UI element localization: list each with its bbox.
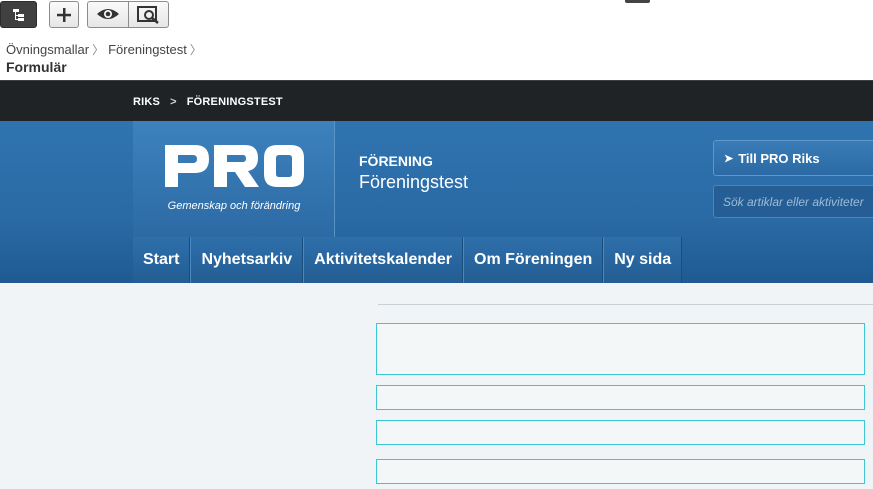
search-input[interactable]: Sök artiklar eller aktiviteter — [713, 185, 873, 218]
nav-item-nyhetsarkiv[interactable]: Nyhetsarkiv — [190, 237, 304, 283]
pro-riks-link[interactable]: ➤ Till PRO Riks — [713, 140, 873, 176]
cms-breadcrumb-item[interactable]: Övningsmallar — [6, 42, 89, 57]
toolbar-divider — [128, 2, 129, 27]
preview-icon[interactable] — [96, 6, 120, 22]
chevron-right-icon: ➤ — [724, 152, 734, 165]
compare-icon[interactable] — [137, 6, 161, 24]
org-name: Föreningstest — [359, 172, 469, 192]
nav-item-aktivitetskalender[interactable]: Aktivitetskalender — [303, 237, 464, 283]
add-icon — [56, 7, 72, 23]
form-textarea[interactable] — [376, 323, 865, 375]
org-label: FÖRENING — [359, 153, 433, 169]
chevron-right-icon: 〉 — [189, 43, 202, 57]
form-field[interactable] — [376, 420, 865, 445]
content-divider — [378, 304, 873, 305]
structure-icon — [10, 7, 28, 23]
cms-breadcrumb-item[interactable]: Föreningstest — [108, 42, 187, 57]
pro-riks-link-label: Till PRO Riks — [738, 150, 820, 166]
logo-tagline: Gemenskap och förändring — [167, 200, 301, 212]
site-topbar: RIKS > FÖRENINGSTEST — [0, 80, 873, 121]
form-field[interactable] — [376, 385, 865, 410]
nav-item-ny-sida[interactable]: Ny sida — [603, 237, 683, 283]
site-breadcrumb: RIKS > FÖRENINGSTEST — [133, 96, 283, 108]
site-breadcrumb-item[interactable]: RIKS — [133, 96, 160, 108]
cms-toolbar — [0, 0, 873, 30]
cms-breadcrumb: Övningsmallar 〉 Föreningstest 〉 — [6, 41, 206, 58]
site-breadcrumb-item[interactable]: FÖRENINGSTEST — [187, 96, 283, 108]
page-title: Formulär — [6, 59, 67, 75]
toolbar-handle[interactable] — [625, 0, 650, 3]
nav-item-om-foreningen[interactable]: Om Föreningen — [463, 237, 604, 283]
pro-logo-mark — [165, 145, 304, 187]
nav-item-start[interactable]: Start — [133, 237, 191, 283]
form-field[interactable] — [376, 459, 865, 484]
main-nav: Start Nyhetsarkiv Aktivitetskalender Om … — [133, 237, 683, 283]
site-preview: RIKS > FÖRENINGSTEST Gemenskap och förän… — [0, 80, 873, 489]
structure-button[interactable] — [0, 1, 37, 28]
chevron-right-icon: 〉 — [92, 43, 105, 57]
pro-logo[interactable]: Gemenskap och förändring — [133, 121, 335, 237]
add-button[interactable] — [49, 1, 79, 28]
site-header: Gemenskap och förändring FÖRENING Föreni… — [0, 121, 873, 283]
chevron-right-icon: > — [170, 96, 177, 108]
